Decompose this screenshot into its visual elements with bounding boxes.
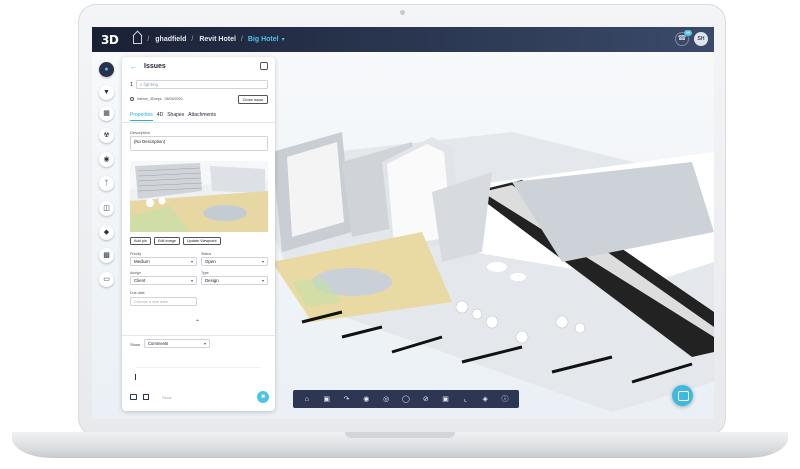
breadcrumb-separator: / — [147, 36, 150, 43]
camera-icon[interactable]: ◉ — [99, 152, 114, 167]
show-select[interactable]: Comments ▾ — [144, 339, 210, 348]
user-icon — [130, 97, 134, 101]
pin-icon[interactable]: ● — [99, 62, 114, 77]
section-icon[interactable]: ◫ — [99, 201, 114, 216]
app-logo[interactable]: 3D — [101, 33, 119, 47]
breadcrumb-project[interactable]: Revit Hotel — [199, 36, 236, 43]
radiation-icon[interactable]: ☢ — [99, 128, 114, 143]
type-value: Design — [205, 278, 219, 283]
priority-label: Priority — [130, 252, 142, 256]
chevron-down-icon: ▾ — [261, 278, 264, 283]
edit-image-button[interactable]: Edit image — [153, 237, 180, 245]
breadcrumb-separator: / — [191, 36, 194, 43]
divider — [136, 367, 261, 368]
avatar[interactable]: SH — [694, 32, 708, 46]
show-label: Show — [130, 342, 141, 347]
target-icon[interactable]: ◈ — [480, 395, 490, 403]
left-toolbar: ● ▼ ▦ ☢ ◉ ᛉ ◫ ◆ ▩ ▭ — [92, 52, 120, 419]
issue-meta: interne_3Dreps 08/05/2020 — [130, 97, 183, 101]
update-viewpoint-button[interactable]: Update Viewpoint — [182, 237, 221, 245]
notification-count-badge: 99 — [683, 30, 692, 36]
cube-icon[interactable]: ▣ — [322, 395, 332, 403]
tab-divider — [122, 122, 275, 123]
calendar-icon[interactable]: ▩ — [99, 248, 114, 263]
home-icon[interactable]: ⌂ — [302, 396, 312, 403]
description-field[interactable]: (No Description) — [130, 136, 268, 151]
chevron-down-icon: ▾ — [190, 259, 193, 264]
eye-off-icon[interactable]: ◎ — [381, 395, 391, 403]
bell-icon: ☎ — [677, 35, 687, 42]
back-arrow-icon[interactable]: ← — [130, 62, 138, 71]
layers-icon[interactable]: ◆ — [99, 225, 114, 240]
screenshot-image — [130, 161, 268, 232]
chevron-down-icon: ▾ — [261, 259, 264, 264]
notifications-button[interactable]: ☎ 99 — [675, 30, 692, 46]
chevron-down-icon: ▾ — [203, 341, 206, 346]
laptop-frame: 3D / ghadfield / Revit Hotel / Big Hotel… — [0, 0, 800, 469]
top-bar: 3D / ghadfield / Revit Hotel / Big Hotel… — [92, 27, 714, 52]
assign-select[interactable]: Client ▾ — [130, 276, 197, 285]
show-value: Comments — [148, 341, 169, 346]
due-date-input[interactable]: Choose a due date — [130, 297, 197, 306]
grid-icon[interactable]: ▦ — [99, 106, 114, 121]
issues-panel: ← Issues 1 x fighting interne_3Dreps 08/… — [122, 57, 275, 411]
issue-tabs: Properties 4D Shapes Attachments — [130, 112, 216, 121]
breadcrumb-model[interactable]: Big Hotel — [248, 36, 279, 43]
eye-outline-icon[interactable]: ◯ — [401, 395, 411, 403]
eye-crossed-icon[interactable]: ⊘ — [421, 395, 431, 403]
breadcrumb-separator: / — [240, 36, 243, 43]
redo-icon[interactable]: ↷ — [342, 395, 352, 403]
chevron-up-icon[interactable]: ⌃ — [195, 319, 200, 326]
tab-4d[interactable]: 4D — [157, 112, 163, 121]
camera-icon[interactable] — [130, 394, 137, 400]
panel-title: Issues — [144, 63, 166, 70]
issue-author: interne_3Dreps — [137, 97, 162, 101]
priority-select[interactable]: Medium ▾ — [130, 257, 197, 266]
focus-icon[interactable]: ▣ — [441, 395, 451, 403]
laptop-notch — [345, 432, 455, 438]
chevron-down-icon[interactable]: ▾ — [282, 36, 285, 43]
breadcrumb-user[interactable]: ghadfield — [155, 36, 186, 43]
type-label: Type — [201, 271, 209, 275]
type-select[interactable]: Design ▾ — [201, 276, 268, 285]
assign-label: Assign — [130, 271, 141, 275]
tab-shapes[interactable]: Shapes — [167, 112, 184, 121]
card-icon[interactable]: ▭ — [99, 272, 114, 287]
home-icon[interactable] — [133, 35, 143, 44]
divider — [122, 335, 275, 336]
issue-actions: Add pin Edit image Update Viewpoint — [130, 237, 221, 245]
lock-icon[interactable] — [260, 62, 268, 70]
chat-help-button[interactable] — [672, 385, 693, 406]
comment-input[interactable] — [135, 374, 136, 380]
status-value: Open — [205, 259, 216, 264]
header-actions: ☎ 99 SH — [675, 30, 708, 46]
issue-title-input[interactable]: x fighting — [136, 80, 268, 89]
tab-properties[interactable]: Properties — [130, 112, 153, 121]
screen: 3D / ghadfield / Revit Hotel / Big Hotel… — [92, 27, 714, 419]
image-icon[interactable] — [143, 394, 149, 400]
crop-icon[interactable]: ⌞ — [460, 395, 470, 403]
add-pin-button[interactable]: Add pin — [130, 237, 151, 245]
due-date-label: Due date — [130, 291, 145, 295]
webcam — [400, 10, 405, 15]
issue-date: 08/05/2020 — [164, 97, 183, 101]
panel-header: ← Issues — [122, 57, 275, 76]
priority-value: Medium — [134, 259, 150, 264]
info-icon[interactable]: ⓘ — [500, 394, 510, 404]
filter-icon[interactable]: ▼ — [99, 85, 114, 100]
eye-icon[interactable]: ◉ — [361, 395, 371, 403]
issue-screenshot[interactable] — [130, 161, 268, 232]
viewer-toolbar: ⌂ ▣ ↷ ◉ ◎ ◯ ⊘ ▣ ⌞ ◈ ⓘ — [293, 390, 519, 408]
close-issue-button[interactable]: Close issue — [238, 95, 268, 104]
save-button[interactable]: ■ — [257, 391, 269, 403]
send-label[interactable]: Send — [162, 395, 171, 400]
status-select[interactable]: Open ▾ — [201, 257, 268, 266]
tab-attachments[interactable]: Attachments — [188, 112, 216, 121]
tree-icon[interactable]: ᛉ — [99, 176, 114, 191]
status-label: Status — [201, 252, 212, 256]
chevron-down-icon: ▾ — [190, 278, 193, 283]
description-label: Description — [130, 130, 151, 135]
assign-value: Client — [134, 278, 146, 283]
issue-number: 1 — [130, 82, 134, 88]
